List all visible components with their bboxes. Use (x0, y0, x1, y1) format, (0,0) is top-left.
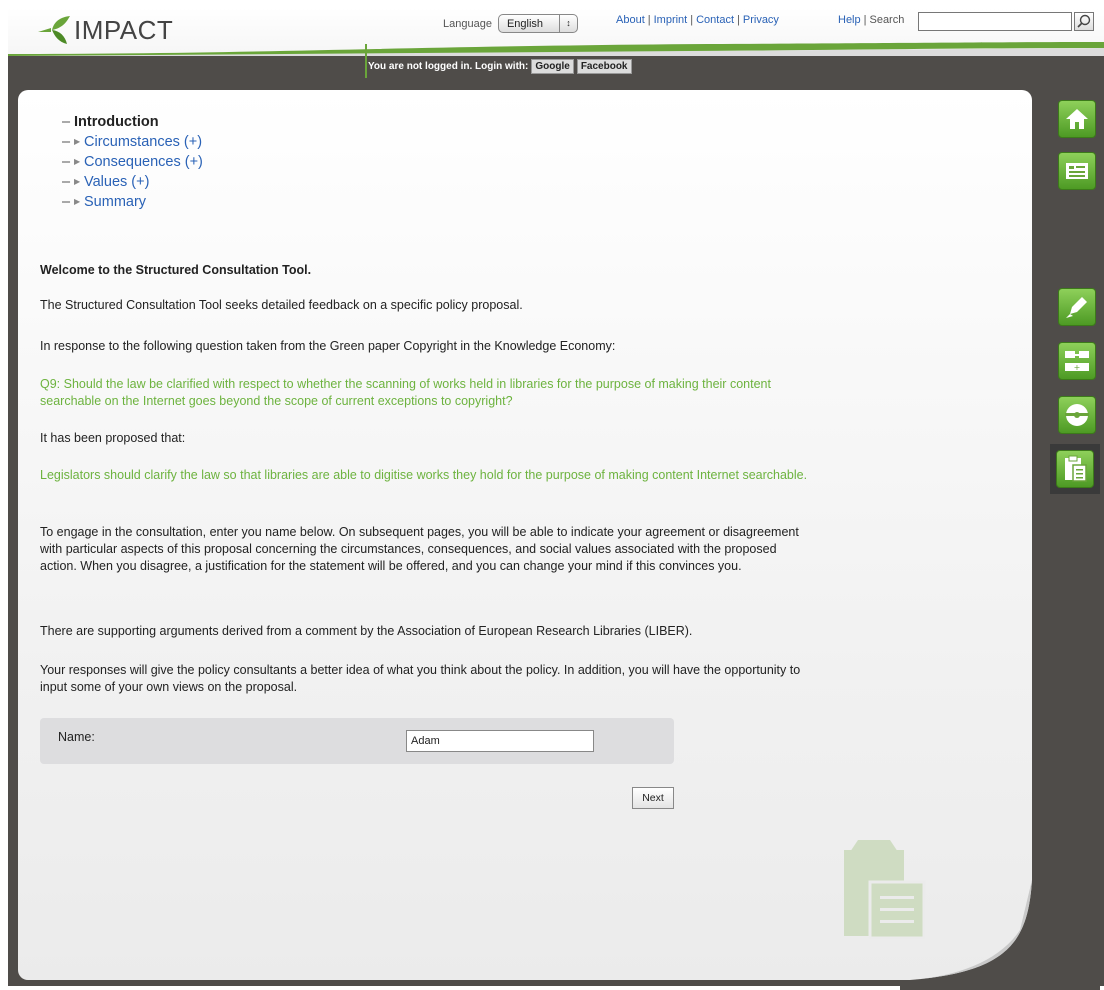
impact-logo[interactable]: IMPACT (36, 14, 173, 46)
question-text: Q9: Should the law be clarified with res… (40, 377, 771, 408)
search-button[interactable] (1074, 12, 1094, 31)
triangle-right-icon: ▶ (74, 137, 81, 146)
toc-current: Introduction (74, 114, 159, 130)
responses-paragraph: Your responses will give the policy cons… (40, 663, 801, 694)
search-label: Search (869, 14, 905, 26)
toc-link-consequences[interactable]: Consequences (+) (84, 152, 203, 172)
sidenav-disc-button[interactable] (1058, 396, 1096, 434)
toc-link-values[interactable]: Values (+) (84, 172, 149, 192)
section-navigation: – Introduction – ▶ Circumstances (+) – ▶ C… (62, 112, 203, 212)
diagram-icon: + (1065, 351, 1089, 372)
triangle-right-icon: ▶ (74, 197, 81, 206)
toc-item-summary[interactable]: – ▶ Summary (62, 192, 203, 212)
logo-text: IMPACT (74, 14, 174, 45)
login-divider (365, 44, 367, 80)
language-select[interactable]: English ↕ (497, 14, 578, 33)
sidenav-document-button[interactable] (1058, 152, 1096, 190)
about-link[interactable]: About (616, 14, 645, 26)
engagement-paragraph: To engage in the consultation, enter you… (40, 525, 799, 573)
login-text: You are not logged in. Login with: (368, 61, 529, 72)
triangle-right-icon: ▶ (74, 177, 81, 186)
question-intro: In response to the following question ta… (40, 339, 616, 353)
imprint-link[interactable]: Imprint (654, 14, 688, 26)
disc-icon (1065, 404, 1089, 426)
toc-link-summary[interactable]: Summary (84, 192, 146, 212)
login-prompt: You are not logged in. Login with: Googl… (368, 59, 632, 74)
login-google-button[interactable]: Google (531, 59, 574, 74)
welcome-heading: Welcome to the Structured Consultation T… (40, 263, 312, 277)
language-label: Language (443, 17, 492, 30)
help-link[interactable]: Help (838, 14, 861, 26)
clipboard-icon (1065, 455, 1087, 482)
toc-item-circumstances[interactable]: – ▶ Circumstances (+) (62, 132, 203, 152)
contact-link[interactable]: Contact (696, 14, 734, 26)
privacy-link[interactable]: Privacy (743, 14, 779, 26)
proposal-intro: It has been proposed that: (40, 431, 186, 445)
sidenav-home-button[interactable] (1058, 100, 1096, 138)
leaf-logo-icon (38, 16, 70, 44)
search-icon (1077, 14, 1091, 28)
language-value: English (506, 17, 544, 30)
clipboard-watermark-icon (844, 840, 926, 940)
name-form: Name: Adam (40, 718, 674, 764)
svg-text:+: + (1074, 363, 1081, 372)
header-links: About | Imprint | Contact | Privacy (616, 14, 779, 26)
name-label: Name: (58, 730, 95, 744)
language-selector: Language English ↕ (443, 14, 578, 33)
home-icon (1066, 109, 1088, 129)
toc-item-introduction: – Introduction (62, 114, 159, 130)
toc-item-consequences[interactable]: – ▶ Consequences (+) (62, 152, 203, 172)
name-input[interactable]: Adam (406, 730, 594, 752)
search-input[interactable] (918, 12, 1072, 31)
sidenav-diagram-button[interactable]: + (1058, 342, 1096, 380)
next-button[interactable]: Next (632, 787, 674, 809)
sidenav-pencil-button[interactable] (1058, 288, 1096, 326)
pencil-icon (1066, 297, 1087, 318)
page-curl (900, 880, 1100, 990)
sidenav-clipboard-button[interactable] (1050, 444, 1100, 494)
document-icon (1066, 163, 1088, 179)
proposal-text: Legislators should clarify the law so th… (40, 468, 808, 482)
select-arrows-icon: ↕ (558, 15, 577, 32)
toc-link-circumstances[interactable]: Circumstances (+) (84, 132, 202, 152)
supporting-arguments-paragraph: There are supporting arguments derived f… (40, 624, 693, 638)
help-search: Help | Search (838, 14, 905, 26)
triangle-right-icon: ▶ (74, 157, 81, 166)
toc-item-values[interactable]: – ▶ Values (+) (62, 172, 203, 192)
intro-paragraph: The Structured Consultation Tool seeks d… (40, 298, 523, 312)
login-facebook-button[interactable]: Facebook (576, 59, 632, 74)
